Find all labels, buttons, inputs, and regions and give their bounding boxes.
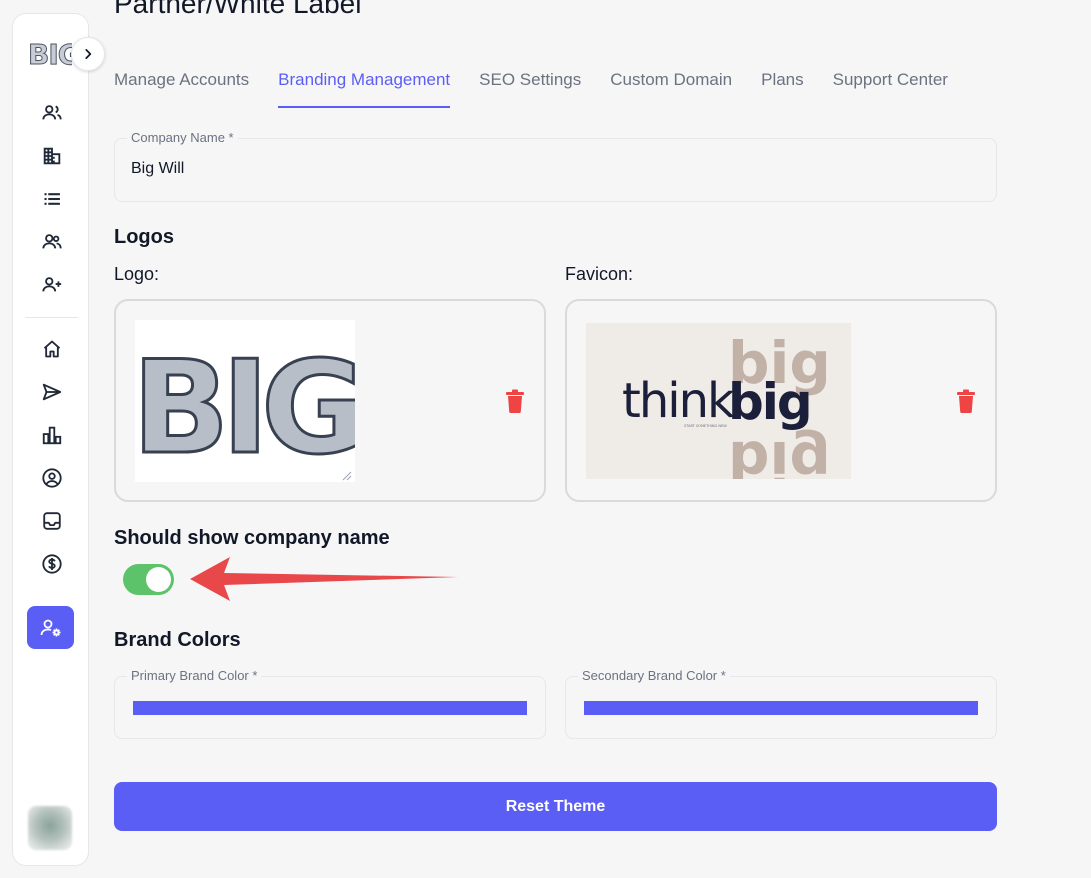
- team-icon[interactable]: [39, 229, 65, 255]
- logos-heading: Logos: [114, 226, 174, 248]
- favicon-tagline: START SOMETHING NEW: [684, 424, 727, 428]
- company-name-field[interactable]: Company Name * Big Will: [114, 130, 997, 202]
- chevron-right-icon: [85, 49, 92, 59]
- company-name-value[interactable]: Big Will: [131, 160, 184, 178]
- tab-manage-accounts[interactable]: Manage Accounts: [114, 70, 249, 108]
- primary-color-swatch[interactable]: [133, 701, 527, 715]
- sidebar-expand-button[interactable]: [71, 37, 105, 71]
- logo-upload-box[interactable]: BIG: [114, 299, 546, 502]
- brand-colors-heading: Brand Colors: [114, 629, 241, 651]
- sidebar: BIG: [12, 13, 89, 866]
- secondary-color-swatch[interactable]: [584, 701, 978, 715]
- delete-favicon-button[interactable]: [956, 389, 976, 413]
- logo-label: Logo:: [114, 264, 160, 284]
- logo-image-text: BIG: [135, 334, 355, 482]
- toggle-knob: [146, 567, 171, 592]
- annotation-arrow: [190, 557, 458, 601]
- sidebar-divider: [25, 317, 78, 318]
- avatar[interactable]: [28, 806, 72, 850]
- list-icon[interactable]: [39, 186, 65, 212]
- favicon-text-light: think: [622, 373, 735, 429]
- inbox-icon[interactable]: [39, 508, 65, 534]
- favicon-image: big big think big START SOMETHING NEW: [586, 323, 851, 479]
- show-company-name-toggle[interactable]: [123, 564, 174, 595]
- add-user-icon[interactable]: [39, 272, 65, 298]
- show-company-name-label: Should show company name: [114, 527, 390, 549]
- building-icon[interactable]: [39, 143, 65, 169]
- logo-image: BIG: [135, 320, 355, 482]
- tab-bar: Manage Accounts Branding Management SEO …: [114, 70, 977, 108]
- home-icon[interactable]: [39, 336, 65, 362]
- company-name-label: Company Name *: [127, 130, 238, 145]
- primary-brand-color-label: Primary Brand Color *: [127, 668, 262, 683]
- secondary-brand-color-field[interactable]: Secondary Brand Color *: [565, 668, 997, 739]
- trash-icon: [957, 389, 975, 413]
- page-title: Partner/White Label: [114, 0, 362, 19]
- tab-branding-management[interactable]: Branding Management: [278, 70, 451, 108]
- chart-icon[interactable]: [39, 422, 65, 448]
- delete-logo-button[interactable]: [505, 389, 525, 413]
- send-icon[interactable]: [39, 379, 65, 405]
- user-settings-icon[interactable]: [27, 606, 74, 649]
- secondary-brand-color-label: Secondary Brand Color *: [578, 668, 730, 683]
- tab-seo-settings[interactable]: SEO Settings: [479, 70, 581, 108]
- user-circle-icon[interactable]: [39, 465, 65, 491]
- users-icon[interactable]: [39, 100, 65, 126]
- primary-brand-color-field[interactable]: Primary Brand Color *: [114, 668, 546, 739]
- sidebar-logo: BIG: [28, 38, 72, 71]
- tab-custom-domain[interactable]: Custom Domain: [610, 70, 732, 108]
- trash-icon: [506, 389, 524, 413]
- tab-plans[interactable]: Plans: [761, 70, 804, 108]
- favicon-text-bold: big: [728, 373, 811, 431]
- tab-support-center[interactable]: Support Center: [833, 70, 948, 108]
- reset-theme-button[interactable]: Reset Theme: [114, 782, 997, 831]
- favicon-upload-box[interactable]: big big think big START SOMETHING NEW: [565, 299, 997, 502]
- svg-text:big: big: [728, 428, 831, 479]
- favicon-label: Favicon:: [565, 264, 634, 284]
- dollar-icon[interactable]: [39, 551, 65, 577]
